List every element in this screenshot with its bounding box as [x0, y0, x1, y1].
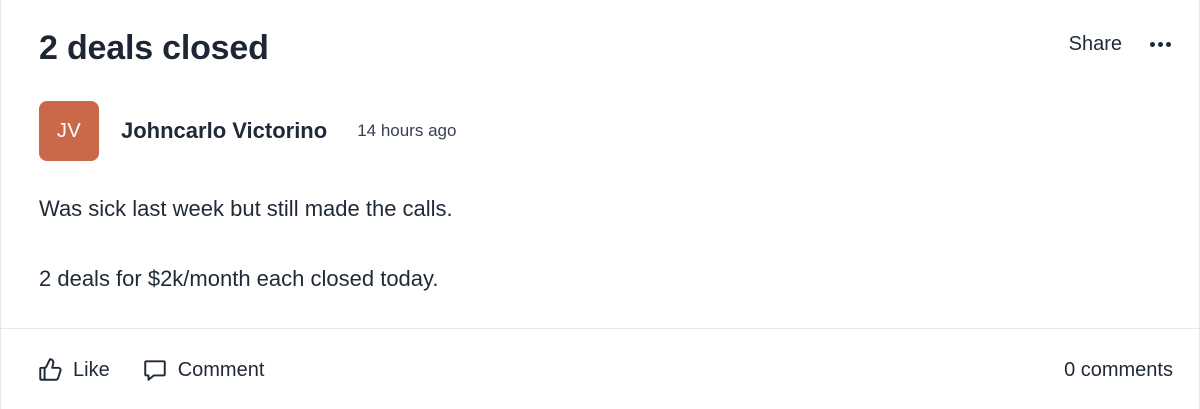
comment-button[interactable]: Comment — [142, 357, 265, 383]
footer-actions: Like Comment — [37, 357, 264, 383]
post-timestamp: 14 hours ago — [357, 121, 457, 140]
post-paragraph: Was sick last week but still made the ca… — [39, 196, 453, 221]
more-dot — [1150, 41, 1155, 47]
post-paragraph: 2 deals for $2k/month each closed today. — [39, 266, 439, 291]
post-title: 2 deals closed — [39, 29, 269, 67]
more-options-icon[interactable] — [1150, 38, 1171, 51]
author-row: JV Johncarlo Victorino 14 hours ago — [39, 101, 456, 161]
avatar[interactable]: JV — [39, 101, 99, 161]
like-label: Like — [73, 358, 110, 381]
share-button[interactable]: Share — [1069, 33, 1122, 56]
post-footer: Like Comment 0 comments — [37, 352, 1173, 388]
comment-label: Comment — [177, 358, 265, 381]
comment-count[interactable]: 0 comments — [1064, 359, 1173, 382]
post-body: Was sick last week but still made the ca… — [39, 193, 1159, 295]
author-name[interactable]: Johncarlo Victorino — [121, 118, 327, 144]
more-dot — [1158, 41, 1163, 47]
post-card: 2 deals closed Share JV Johncarlo Victor… — [0, 0, 1200, 409]
thumbs-up-icon — [37, 357, 63, 383]
header-actions: Share — [1069, 29, 1171, 59]
more-dot — [1166, 41, 1171, 47]
like-button[interactable]: Like — [37, 357, 110, 383]
speech-bubble-icon — [142, 357, 168, 383]
divider — [1, 328, 1199, 329]
